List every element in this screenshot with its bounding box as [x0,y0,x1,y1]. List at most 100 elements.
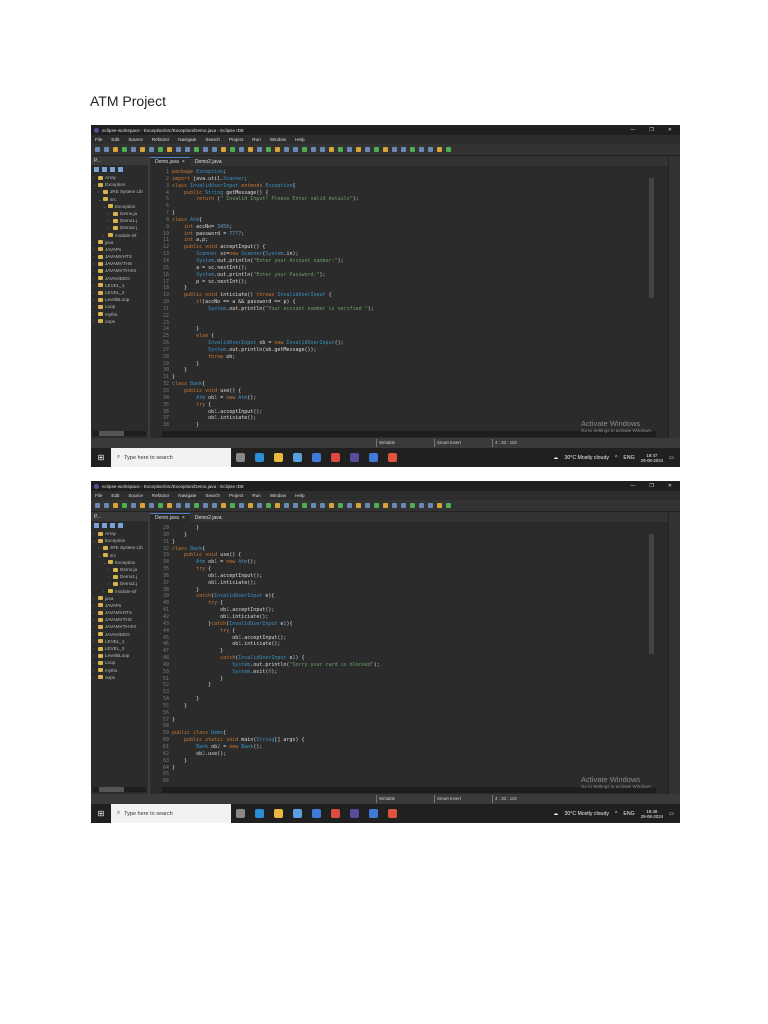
toolbar-icon[interactable] [311,147,316,152]
close-tab-icon[interactable]: × [182,515,185,521]
tree-item[interactable]: ⌄ src [91,552,148,559]
menu-file[interactable]: File [95,137,102,142]
project-explorer-tab[interactable]: P... [91,156,148,165]
tree-item[interactable]: › Demo.ja [91,210,148,217]
toolbar-icon[interactable] [194,503,199,508]
code-area[interactable]: 1 package Exception; 2 import java.util.Sca… [150,169,656,428]
tree-item[interactable]: › LEVEL_2 [91,645,148,652]
toolbar-icon[interactable] [347,147,352,152]
tree-item[interactable]: › java [91,239,148,246]
toolbar-icon[interactable] [203,147,208,152]
weather-text[interactable]: 30°C Mostly cloudy [564,811,608,817]
toolbar-icon[interactable] [320,503,325,508]
toolbar-icon[interactable] [374,503,379,508]
toolbar-icon[interactable] [176,503,181,508]
toolbar-icon[interactable] [365,147,370,152]
explorer-tool-icon[interactable] [110,167,115,172]
eclipse-icon[interactable] [350,453,359,462]
tree-item[interactable]: › Array [91,530,148,537]
toolbar-icon[interactable] [176,147,181,152]
toolbar-icon[interactable] [293,147,298,152]
task-view-icon[interactable] [236,809,245,818]
toolbar-icon[interactable] [131,503,136,508]
toolbar-icon[interactable] [329,503,334,508]
menu-project[interactable]: Project [229,137,243,142]
menu-source[interactable]: Source [128,137,143,142]
clock[interactable]: 19:47 29-08-2024 [641,453,663,463]
toolbar-icon[interactable] [428,147,433,152]
task-view-icon[interactable] [236,453,245,462]
explorer-tool-icon[interactable] [118,523,123,528]
tab-demo-java[interactable]: Demo.java × [150,157,190,166]
menu-window[interactable]: Window [270,137,286,142]
toolbar-icon[interactable] [311,503,316,508]
close-button[interactable]: ✕ [668,483,672,489]
toolbar-icon[interactable] [356,147,361,152]
explorer-tool-icon[interactable] [94,523,99,528]
toolbar-icon[interactable] [257,147,262,152]
toolbar-icon[interactable] [95,503,100,508]
taskbar-search[interactable]: ⌕ Type here to search [111,448,231,467]
toolbar-icon[interactable] [302,503,307,508]
toolbar-icon[interactable] [446,503,451,508]
language-indicator[interactable]: ENG [623,455,634,461]
toolbar-icon[interactable] [437,503,442,508]
tray-chevron-icon[interactable]: ^ [615,811,617,817]
explorer-tool-icon[interactable] [102,167,107,172]
mail-icon[interactable] [312,453,321,462]
explorer-tool-icon[interactable] [94,167,99,172]
tree-item[interactable]: › JAVAMVHTS [91,253,148,260]
toolbar-icon[interactable] [401,503,406,508]
toolbar-icon[interactable] [248,503,253,508]
toolbar-icon[interactable] [149,147,154,152]
menu-project[interactable]: Project [229,493,243,498]
sidebar-scrollbar[interactable] [93,431,146,436]
app-icon[interactable] [369,453,378,462]
tray-chevron-icon[interactable]: ^ [615,455,617,461]
toolbar-icon[interactable] [275,147,280,152]
maximize-button[interactable]: ❐ [649,127,653,133]
toolbar-icon[interactable] [356,503,361,508]
app-icon[interactable] [369,809,378,818]
toolbar-icon[interactable] [383,503,388,508]
tree-item[interactable]: › Loop [91,303,148,310]
toolbar-icon[interactable] [203,503,208,508]
tree-item[interactable]: › JAVAVIDEO [91,275,148,282]
start-button[interactable]: ⊞ [91,809,111,818]
file-explorer-icon[interactable] [274,453,283,462]
toolbar-icon[interactable] [410,147,415,152]
toolbar-icon[interactable] [239,503,244,508]
store-icon[interactable] [293,453,302,462]
tree-item[interactable]: › JAVAMVTHS [91,616,148,623]
toolbar-icon[interactable] [212,147,217,152]
tree-item[interactable]: › Demo1.j [91,573,148,580]
file-explorer-icon[interactable] [274,809,283,818]
toolbar-icon[interactable] [194,147,199,152]
edge-icon[interactable] [255,809,264,818]
tree-item[interactable]: › Loop [91,659,148,666]
menu-help[interactable]: Help [295,493,304,498]
weather-icon[interactable]: ☁ [553,811,558,817]
toolbar-icon[interactable] [131,147,136,152]
toolbar-icon[interactable] [266,147,271,152]
toolbar-icon[interactable] [230,147,235,152]
toolbar-icon[interactable] [446,147,451,152]
toolbar-icon[interactable] [338,147,343,152]
tree-item[interactable]: ⌄ Exception [91,537,148,544]
toolbar-icon[interactable] [221,147,226,152]
toolbar-icon[interactable] [140,147,145,152]
menu-run[interactable]: Run [252,493,260,498]
tree-item[interactable]: › module-inf [91,588,148,595]
close-tab-icon[interactable]: × [182,159,185,165]
toolbar-icon[interactable] [158,147,163,152]
tree-item[interactable]: › Demo2.j [91,580,148,587]
tree-item[interactable]: › JRE System Lib [91,188,148,195]
sidebar-scrollbar[interactable] [93,787,146,792]
tree-item[interactable]: ⌄ Exception [91,181,148,188]
edge-icon[interactable] [255,453,264,462]
toolbar-icon[interactable] [104,503,109,508]
menu-search[interactable]: Search [205,493,220,498]
menu-window[interactable]: Window [270,493,286,498]
minimize-button[interactable]: — [630,127,635,133]
tree-item[interactable]: › JAVAMVTH-EX [91,623,148,630]
